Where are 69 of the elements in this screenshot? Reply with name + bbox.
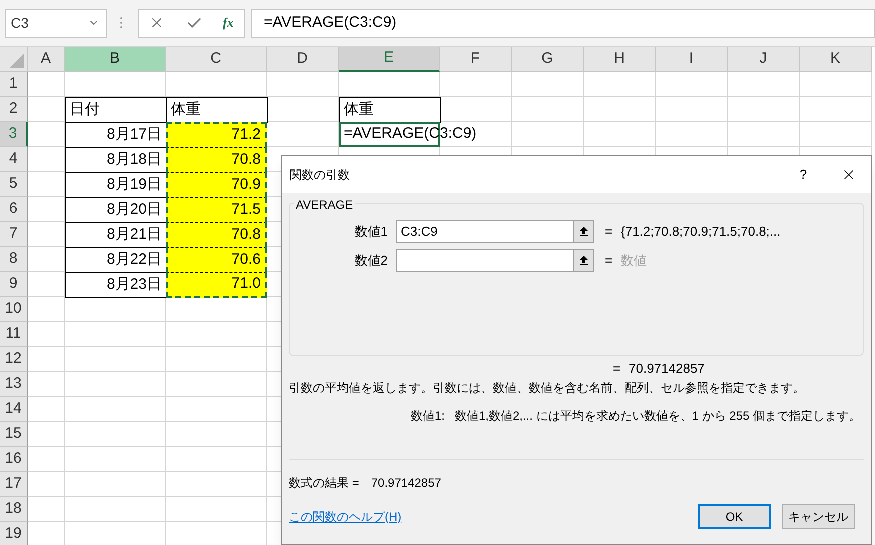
formula-field[interactable]: =AVERAGE(C3:C9): [251, 8, 875, 38]
name-box[interactable]: C3: [5, 8, 107, 38]
row-header[interactable]: 4: [0, 147, 28, 172]
weight-cell: 70.9: [166, 172, 267, 198]
collapse-arrow-icon: [578, 226, 588, 237]
row-header[interactable]: 19: [0, 522, 28, 545]
column-header[interactable]: A: [28, 47, 65, 72]
row-header[interactable]: 2: [0, 97, 28, 122]
argument-result: 数値: [621, 252, 647, 270]
corner-triangle-icon: [10, 54, 24, 68]
row-header[interactable]: 14: [0, 397, 28, 422]
select-all-corner[interactable]: [0, 47, 28, 72]
column-header[interactable]: J: [728, 47, 800, 72]
row-header[interactable]: 7: [0, 222, 28, 247]
table-header-cell: 日付: [65, 97, 167, 123]
grip-dots-icon: [120, 17, 123, 29]
insert-function-button[interactable]: fx: [222, 13, 234, 33]
argument-label: 数値2: [354, 252, 389, 270]
row-header[interactable]: 11: [0, 322, 28, 347]
row-header[interactable]: 12: [0, 347, 28, 372]
collapse-button[interactable]: [573, 221, 593, 242]
function-description: 引数の平均値を返します。引数には、数値、数値を含む名前、配列、セル参照を指定できます。: [288, 380, 806, 397]
help-link[interactable]: この関数のヘルプ(H): [289, 508, 698, 526]
collapse-button[interactable]: [573, 250, 593, 271]
column-header[interactable]: B: [65, 47, 166, 72]
column-header[interactable]: D: [267, 47, 339, 72]
equals-sign: =: [613, 360, 622, 378]
row-header[interactable]: 3: [0, 122, 28, 147]
column-header[interactable]: F: [440, 47, 512, 72]
weight-cell: 71.0: [166, 272, 267, 298]
function-result: 70.97142857: [629, 360, 705, 378]
argument-input[interactable]: [396, 249, 594, 272]
formula-result-value: 70.97142857: [371, 475, 442, 492]
row-header[interactable]: 8: [0, 247, 28, 272]
row-header[interactable]: 6: [0, 197, 28, 222]
row-header[interactable]: 16: [0, 447, 28, 472]
weight-cell: 70.8: [166, 147, 267, 173]
equals-sign: =: [605, 252, 614, 270]
row-header[interactable]: 18: [0, 497, 28, 522]
column-header[interactable]: C: [166, 47, 267, 72]
argument-label: 数値1: [354, 222, 389, 241]
argument-help-text: 数値1,数値2,... には平均を求めたい数値を、1 から 255 個まで指定します。: [454, 408, 861, 425]
argument-help-label: 数値1:: [410, 408, 445, 425]
argument-input[interactable]: C3:C9: [396, 220, 594, 243]
equals-sign: =: [605, 222, 614, 241]
column-header[interactable]: E: [339, 47, 440, 72]
dialog-button[interactable]: OK: [698, 504, 771, 529]
row-header[interactable]: 15: [0, 422, 28, 447]
dialog-title: 関数の引数: [290, 166, 351, 184]
column-header[interactable]: H: [584, 47, 656, 72]
weight-cell: 70.8: [166, 222, 267, 248]
row-header[interactable]: 13: [0, 372, 28, 397]
column-header[interactable]: K: [800, 47, 872, 72]
dialog-button[interactable]: キャンセル: [782, 504, 855, 529]
weight-cell: 70.6: [166, 247, 267, 273]
collapse-arrow-icon: [578, 255, 588, 266]
weight-cell: 71.2: [166, 122, 267, 148]
help-button[interactable]: ?: [781, 160, 826, 190]
table-header-cell: 体重: [339, 97, 441, 123]
column-header[interactable]: G: [512, 47, 584, 72]
row-header[interactable]: 1: [0, 72, 28, 97]
row-header[interactable]: 10: [0, 297, 28, 322]
row-header[interactable]: 9: [0, 272, 28, 297]
row-header[interactable]: 5: [0, 172, 28, 197]
weight-cell: 71.5: [166, 197, 267, 223]
argument-result: {71.2;70.8;70.9;71.5;70.8;...: [621, 222, 781, 241]
row-header[interactable]: 17: [0, 472, 28, 497]
column-header[interactable]: I: [656, 47, 728, 72]
formula-result-label: 数式の結果 =: [289, 475, 360, 492]
